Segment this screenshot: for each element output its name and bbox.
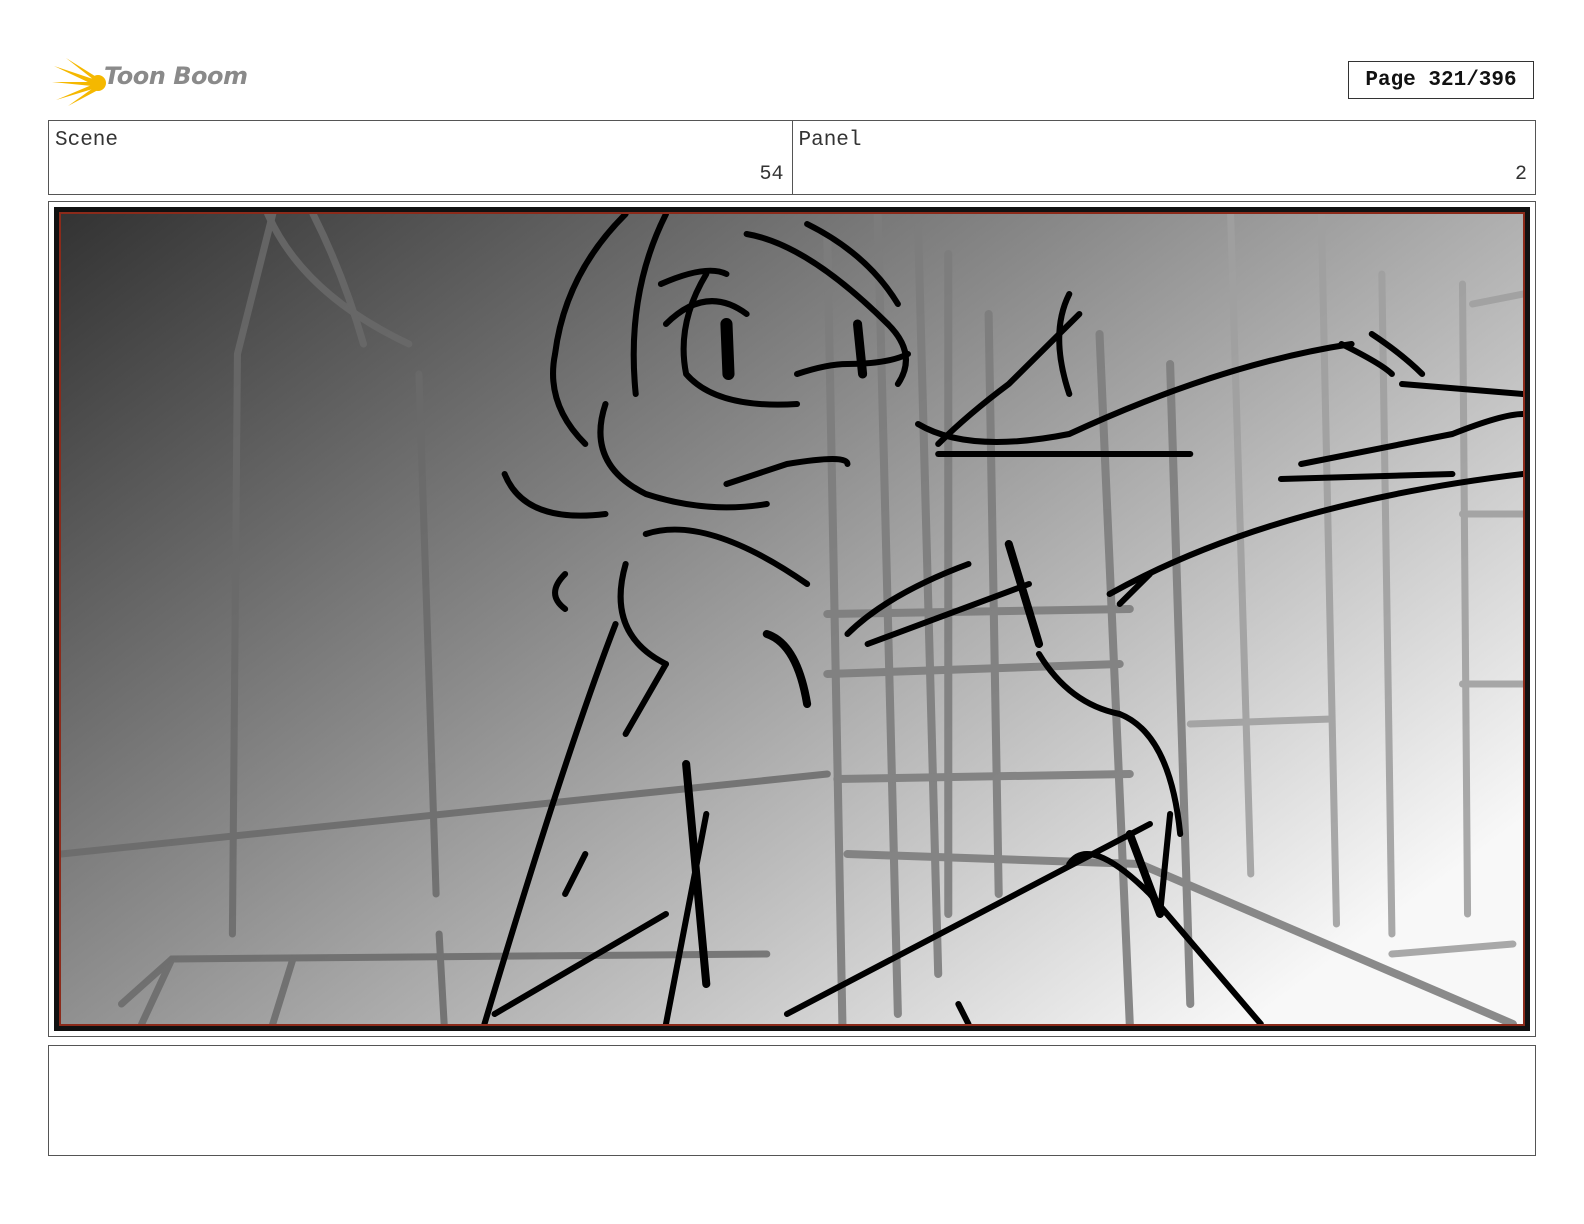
storyboard-sketch [59, 212, 1525, 1026]
scene-panel-header: Scene 54 Panel 2 [48, 120, 1536, 195]
logo-text: Toon Boom [104, 62, 248, 90]
scene-label: Scene [55, 129, 119, 152]
panel-cell: Panel 2 [791, 121, 1536, 194]
page-indicator: Page 321/396 [1348, 61, 1534, 99]
scene-cell: Scene 54 [49, 121, 792, 194]
panel-notes-box [48, 1045, 1536, 1156]
panel-label: Panel [798, 129, 862, 152]
panel-number: 2 [1514, 163, 1527, 186]
scene-number: 54 [759, 163, 784, 186]
storyboard-panel [54, 207, 1530, 1031]
storyboard-panel-frame [48, 201, 1536, 1037]
